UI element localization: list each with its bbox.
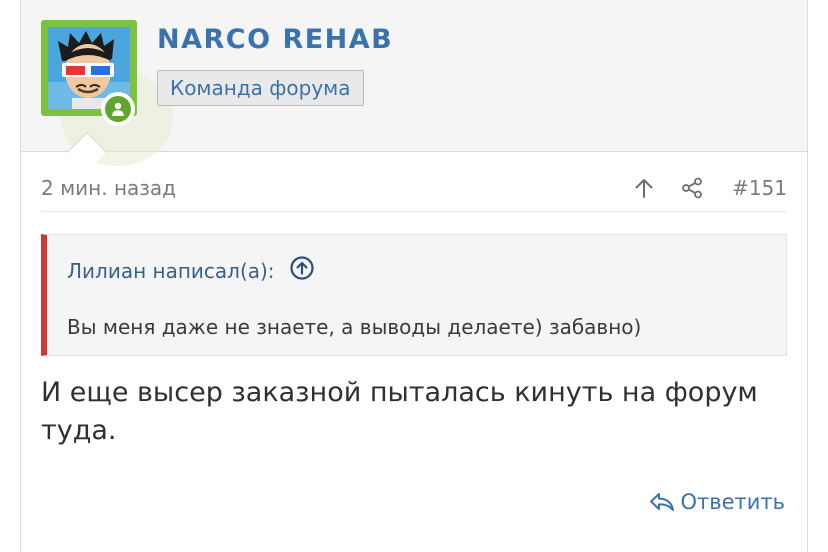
user-title-badge: Команда форума [157,70,364,106]
quote-author-link[interactable]: Лилиан написал(а): [67,259,275,283]
quote-text: Вы меня даже не знаете, а выводы делаете… [67,315,642,339]
post-body-text: И еще высер заказной пыталась кинуть на … [41,377,758,446]
quote-header: Лилиан написал(а): [67,255,315,286]
post-card: NARCO REHAB Команда форума 2 мин. назад … [20,0,808,552]
reply-label: Ответить [680,490,785,514]
reply-icon [648,488,676,516]
arrow-up-icon[interactable] [630,174,658,202]
post-meta-actions: #151 [630,174,787,202]
online-badge [101,92,135,126]
reply-button[interactable]: Ответить [648,488,785,516]
username-link[interactable]: NARCO REHAB [157,24,393,55]
user-online-icon [105,96,131,122]
post-user-header: NARCO REHAB Команда форума [21,0,807,172]
circle-arrow-up-icon[interactable] [289,255,315,286]
quote-block: Лилиан написал(а): Вы меня даже не знает… [41,234,787,356]
share-icon[interactable] [678,174,706,202]
post-meta-bar: 2 мин. назад #151 [41,170,787,212]
post-number-link[interactable]: #151 [732,176,787,200]
post-time-link[interactable]: 2 мин. назад [41,176,176,200]
